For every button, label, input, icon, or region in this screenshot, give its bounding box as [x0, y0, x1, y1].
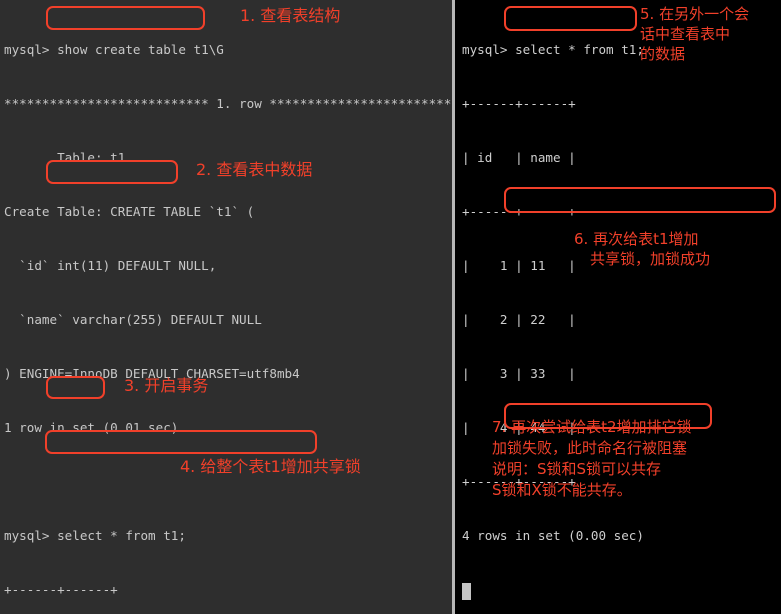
annotation-step-6-line-2: 共享锁，加锁成功 [590, 250, 711, 268]
terminal-pane-right[interactable]: mysql> select * from t1; +------+------+… [455, 0, 781, 614]
annotation-step-6-line-1: 6. 再次给表t1增加 [574, 230, 699, 248]
terminal-line: *************************** 1. row *****… [4, 96, 452, 111]
terminal-line: mysql> select * from t1; [462, 42, 644, 57]
terminal-line: Create Table: CREATE TABLE `t1` ( [4, 204, 255, 219]
terminal-line: | id | name | [462, 150, 576, 165]
annotation-step-7-line-1: 7. 再次尝试给表t2增加排它锁 [492, 418, 692, 436]
terminal-line: +------+------+ [4, 582, 118, 597]
annotation-step-4: 4. 给整个表t1增加共享锁 [180, 457, 361, 476]
blocked-block-cursor-icon [462, 583, 471, 600]
terminal-line: ) ENGINE=InnoDB DEFAULT CHARSET=utf8mb4 [4, 366, 300, 381]
terminal-line: | 3 | 33 | [462, 366, 576, 381]
annotation-step-5-line-3: 的数据 [640, 45, 686, 63]
annotation-step-7-line-3: 说明：S锁和S锁可以共存 [492, 460, 662, 478]
annotation-step-3: 3. 开启事务 [124, 376, 209, 395]
terminal-line: `id` int(11) DEFAULT NULL, [4, 258, 217, 273]
annotation-step-5-line-2: 话中查看表中 [640, 25, 731, 43]
terminal-line: 4 rows in set (0.00 sec) [462, 528, 644, 543]
terminal-output-right: mysql> select * from t1; +------+------+… [462, 5, 781, 614]
terminal-line: +------+------+ [462, 96, 576, 111]
annotation-step-7-line-4: S锁和X锁不能共存。 [492, 481, 632, 499]
terminal-line: | 2 | 22 | [462, 312, 576, 327]
annotation-step-5-line-1: 5. 在另外一个会 [640, 5, 750, 23]
annotation-step-2: 2. 查看表中数据 [196, 160, 313, 179]
annotation-step-7-line-2: 加锁失败，此时命名行被阻塞 [492, 439, 688, 457]
terminal-line: mysql> select * from t1; [4, 528, 186, 543]
terminal-output-left: mysql> show create table t1\G **********… [4, 5, 452, 614]
terminal-pane-left[interactable]: mysql> show create table t1\G **********… [0, 0, 452, 614]
terminal-comparison-screenshot: mysql> show create table t1\G **********… [0, 0, 781, 614]
annotation-step-1: 1. 查看表结构 [240, 6, 341, 25]
terminal-line: +------+------+ [462, 204, 576, 219]
terminal-line: `name` varchar(255) DEFAULT NULL [4, 312, 262, 327]
terminal-line: 1 row in set (0.01 sec) [4, 420, 179, 435]
terminal-line: mysql> show create table t1\G [4, 42, 224, 57]
